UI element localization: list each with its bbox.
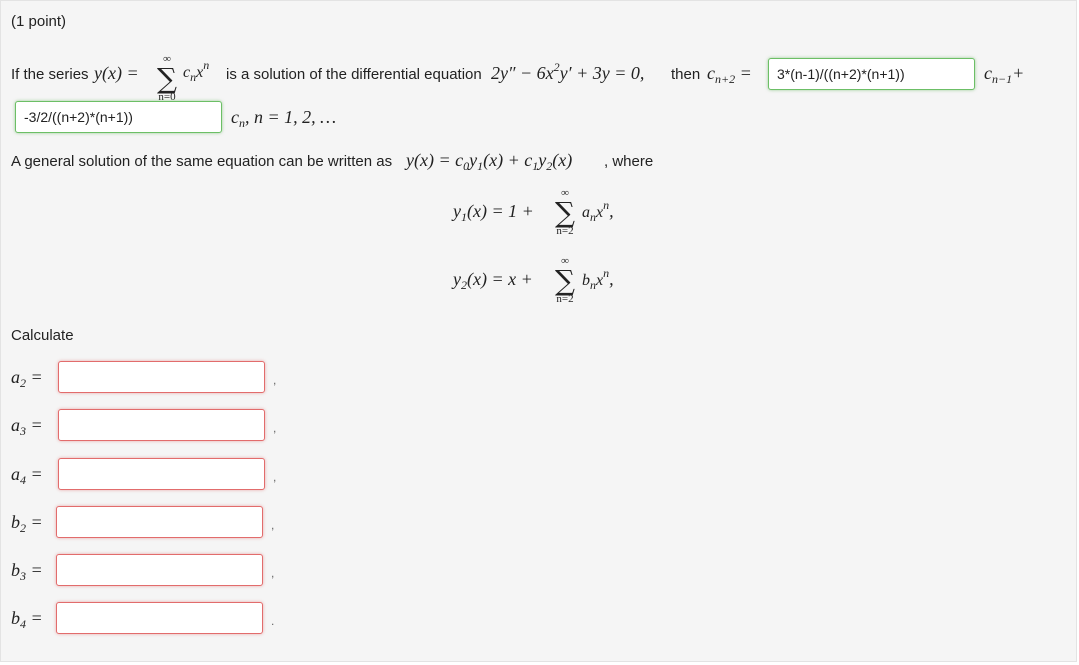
y2-definition: y2(x) = x + ∞ ∑ n=2 bnxn, — [453, 255, 614, 305]
b3-label: b3 = — [11, 560, 43, 583]
general-solution-formula: y(x) = c0y1(x) + c1y2(x) — [406, 150, 573, 173]
b2-input[interactable] — [56, 506, 263, 538]
where-text: , where — [604, 153, 654, 170]
sum-symbol-2: ∞ ∑ n=2 — [555, 187, 575, 237]
cn-xn-term: cnxn — [183, 58, 210, 84]
b4-punct: . — [271, 614, 275, 628]
a2-label: a2 = — [11, 367, 43, 390]
answer-c-n-minus-1-coefficient[interactable]: 3*(n-1)/((n+2)*(n+1)) — [768, 58, 975, 90]
sum-symbol-1: ∞ ∑ n=0 — [157, 53, 177, 103]
then-text: then — [671, 66, 701, 83]
b4-input[interactable] — [56, 602, 263, 634]
a2-punct: , — [273, 373, 277, 387]
a4-punct: , — [273, 470, 277, 484]
differential-equation: 2y″ − 6x2y′ + 3y = 0, — [491, 60, 645, 83]
y1-definition: y1(x) = 1 + ∞ ∑ n=2 anxn, — [453, 187, 614, 237]
a3-input[interactable] — [58, 409, 265, 441]
a3-label: a3 = — [11, 415, 43, 438]
points-label: (1 point) — [11, 13, 67, 30]
answer-c-n-coefficient[interactable]: -3/2/((n+2)*(n+1)) — [15, 101, 222, 133]
general-solution-text: A general solution of the same equation … — [11, 153, 393, 170]
sum-symbol-3: ∞ ∑ n=2 — [555, 255, 575, 305]
b3-input[interactable] — [56, 554, 263, 586]
a4-input[interactable] — [58, 458, 265, 490]
b4-label: b4 = — [11, 608, 43, 631]
a3-punct: , — [273, 421, 277, 435]
cn-index-range: cn, n = 1, 2, … — [231, 107, 337, 130]
problem-panel: (1 point) If the series y(x) = ∞ ∑ n=0 cnx… — [0, 0, 1077, 662]
b2-label: b2 = — [11, 512, 43, 535]
c-n-minus-1-plus: cn−1+ — [984, 63, 1025, 86]
b2-punct: , — [271, 518, 275, 532]
y-of-x-equals: y(x) = — [94, 63, 139, 83]
c-n-plus-2-equals: cn+2 = — [707, 63, 752, 86]
intro-text: If the series — [11, 66, 89, 83]
a2-input[interactable] — [58, 361, 265, 393]
mid-text: is a solution of the differential equati… — [226, 66, 482, 83]
a4-label: a4 = — [11, 464, 43, 487]
calculate-label: Calculate — [11, 327, 74, 344]
b3-punct: , — [271, 566, 275, 580]
